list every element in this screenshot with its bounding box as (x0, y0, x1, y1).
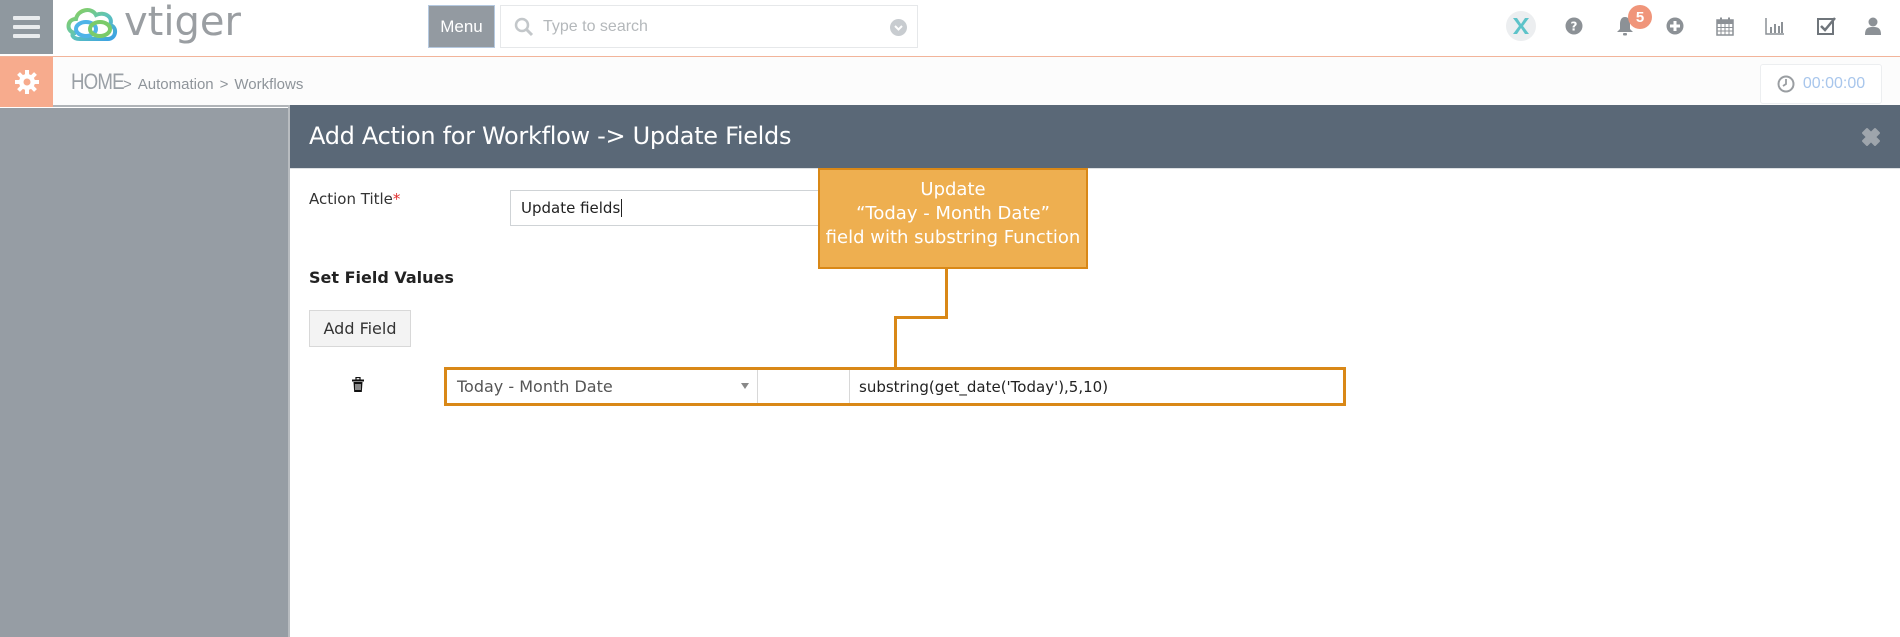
breadcrumb: HOME > Automation > Workflows (71, 69, 303, 95)
menu-button[interactable]: Menu (428, 5, 495, 48)
gear-icon (14, 70, 39, 94)
callout-line: Update (920, 179, 986, 200)
field-select-value: Today - Month Date (457, 377, 613, 396)
modal-header: Add Action for Workflow -> Update Fields (290, 105, 1900, 169)
close-icon (1862, 128, 1880, 146)
action-title-label-text: Action Title (309, 190, 393, 208)
action-title-value: Update fields (521, 199, 621, 217)
callout-connector (894, 316, 897, 368)
logo-text: vtiger (124, 0, 241, 45)
vtiger-logo[interactable]: vtiger (64, 2, 241, 48)
trash-icon (352, 376, 364, 392)
field-value-text: substring(get_date('Today'),5,10) (859, 377, 1109, 396)
settings-button[interactable] (0, 57, 53, 107)
hamburger-icon[interactable] (0, 0, 53, 54)
action-title-label: Action Title* (309, 190, 400, 208)
search-icon (514, 17, 534, 36)
search-input[interactable]: Type to search (500, 5, 918, 48)
calendar-icon[interactable] (1712, 13, 1738, 39)
breadcrumb-workflows[interactable]: Workflows (234, 76, 303, 93)
modal-backdrop[interactable] (0, 108, 289, 637)
clock-icon (1777, 75, 1795, 93)
breadcrumb-home[interactable]: HOME (71, 69, 125, 95)
help-icon[interactable]: ? (1561, 13, 1587, 39)
top-navbar: vtiger Menu Type to search ? 5 (0, 0, 1900, 57)
plus-circle-icon[interactable] (1662, 13, 1688, 39)
search-dropdown-icon[interactable] (890, 19, 907, 36)
bar-chart-icon[interactable] (1762, 13, 1788, 39)
field-value-input[interactable]: substring(get_date('Today'),5,10) (850, 370, 1343, 403)
annotation-callout: Update “Today - Month Date” field with s… (818, 168, 1088, 269)
cloud-logo-icon (66, 8, 117, 41)
text-caret (621, 199, 623, 217)
callout-line: field with substring Function (825, 227, 1081, 248)
x-app-icon[interactable] (1506, 11, 1536, 41)
required-mark: * (392, 190, 401, 208)
timer-button[interactable]: 00:00:00 (1760, 64, 1882, 104)
field-select[interactable]: Today - Month Date (447, 370, 758, 403)
delete-row-button[interactable] (351, 376, 365, 393)
field-operator-cell[interactable] (758, 370, 850, 403)
timer-value: 00:00:00 (1802, 75, 1866, 92)
breadcrumb-separator: > (123, 76, 132, 93)
close-button[interactable] (1860, 126, 1882, 148)
add-action-modal: Add Action for Workflow -> Update Fields… (288, 105, 1900, 637)
add-field-button[interactable]: Add Field (309, 310, 411, 347)
set-field-values-heading: Set Field Values (309, 268, 454, 287)
search-placeholder: Type to search (543, 17, 648, 35)
breadcrumb-separator: > (219, 76, 229, 93)
breadcrumb-automation[interactable]: Automation (138, 76, 214, 93)
callout-line: “Today - Month Date” (856, 203, 1050, 224)
breadcrumb-bar: HOME > Automation > Workflows 00:00:00 (0, 57, 1900, 107)
callout-connector (945, 269, 948, 319)
svg-text:?: ? (1571, 20, 1578, 34)
callout-connector (894, 316, 948, 319)
field-value-row: Today - Month Date substring(get_date('T… (444, 367, 1346, 406)
modal-title: Add Action for Workflow -> Update Fields (309, 122, 792, 150)
notification-badge[interactable]: 5 (1628, 5, 1652, 29)
chevron-down-icon (741, 383, 749, 389)
checkbox-icon[interactable] (1814, 13, 1840, 39)
user-icon[interactable] (1860, 13, 1886, 39)
